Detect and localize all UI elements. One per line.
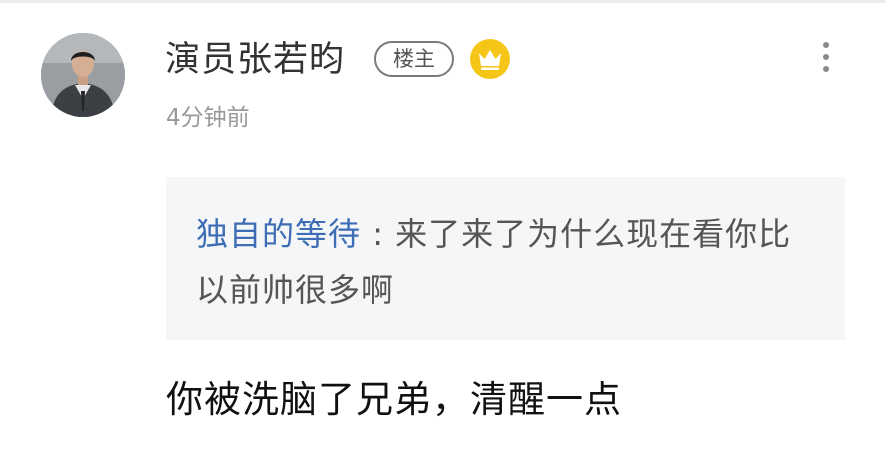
reply-text: 你被洗脑了兄弟，清醒一点	[166, 378, 622, 421]
quoted-comment-body: 独自的等待 : 来了来了为什么现在看你比以前帅很多啊	[196, 206, 815, 318]
username[interactable]: 演员张若昀	[165, 38, 345, 82]
op-badge: 楼主	[374, 41, 454, 77]
avatar-image	[41, 33, 125, 117]
quoted-author[interactable]: 独自的等待	[196, 215, 361, 253]
crown-icon	[470, 39, 510, 79]
quoted-comment[interactable]: 独自的等待 : 来了来了为什么现在看你比以前帅很多啊	[166, 177, 845, 340]
more-vertical-icon[interactable]	[812, 36, 840, 80]
top-divider	[0, 0, 886, 3]
timestamp: 4分钟前	[166, 105, 250, 131]
avatar[interactable]	[41, 33, 125, 117]
quote-separator: :	[372, 215, 384, 253]
